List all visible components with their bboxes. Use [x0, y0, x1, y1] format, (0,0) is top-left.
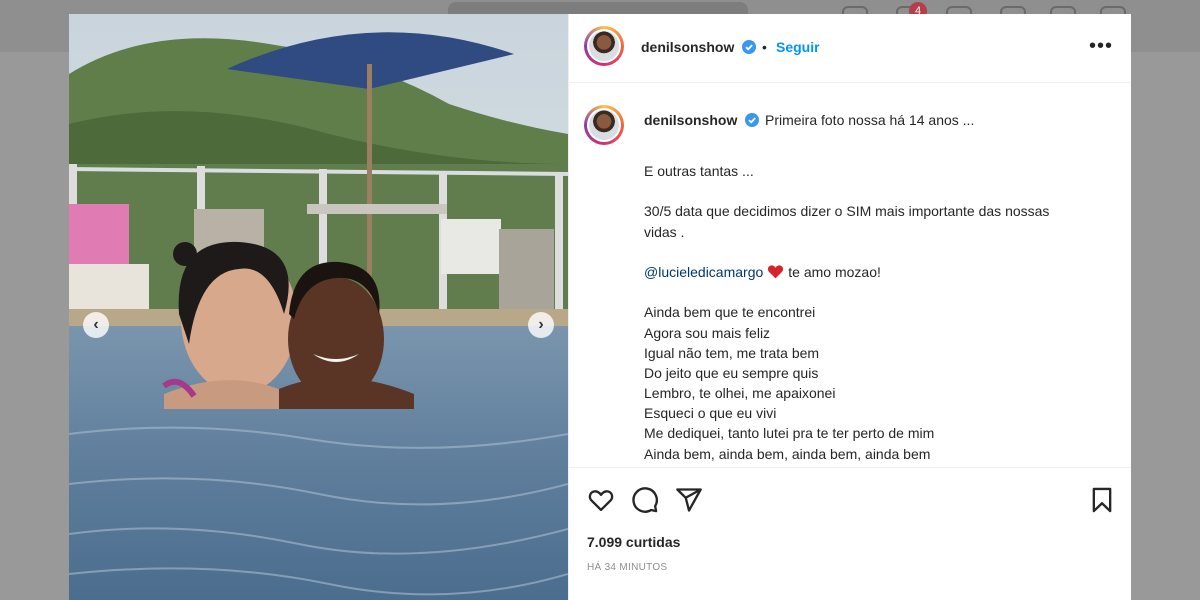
- likes-count[interactable]: 7.099 curtidas: [587, 534, 680, 550]
- caption-body: E outras tantas ... 30/5 data que decidi…: [644, 161, 1114, 464]
- carousel-prev-button[interactable]: ‹: [83, 312, 109, 338]
- share-send-icon[interactable]: [675, 486, 703, 514]
- post-side-panel: denilsonshow • Seguir ••• denilsonshow P…: [568, 14, 1131, 600]
- post-timestamp[interactable]: HÁ 34 MINUTOS: [587, 562, 667, 573]
- post-actions: 7.099 curtidas HÁ 34 MINUTOS: [569, 467, 1131, 600]
- song-line: Me dediquei, tanto lutei pra te ter pert…: [644, 425, 935, 442]
- mention-text: te amo mozao!: [788, 263, 881, 280]
- post-modal: ‹ › denilsonshow • Seguir ••• denilsonsh…: [69, 14, 1131, 600]
- mention-link[interactable]: @lucieledicamargo: [644, 264, 763, 280]
- caption-mention-line: @lucieledicamargo te amo mozao!: [644, 262, 1114, 282]
- save-bookmark-icon[interactable]: [1088, 486, 1116, 514]
- post-photo: ‹ ›: [69, 14, 568, 600]
- song-line: Agora sou mais feliz: [644, 324, 771, 341]
- like-heart-icon[interactable]: [587, 486, 615, 514]
- red-heart-emoji-icon: [768, 265, 784, 279]
- caption-first-line: Primeira foto nossa há 14 anos ...: [765, 112, 975, 128]
- post-photo-image: [69, 14, 568, 600]
- caption-author-username[interactable]: denilsonshow: [644, 112, 737, 128]
- song-line: Ainda bem, ainda bem, ainda bem, ainda b…: [644, 445, 931, 462]
- caption-scroll-area[interactable]: denilsonshow Primeira foto nossa há 14 a…: [569, 83, 1131, 467]
- song-line: Lembro, te olhei, me apaixonei: [644, 385, 836, 402]
- song-line: Igual não tem, me trata bem: [644, 344, 820, 361]
- header-separator: •: [762, 39, 767, 55]
- comment-icon[interactable]: [631, 486, 659, 514]
- more-options-icon[interactable]: •••: [1089, 36, 1113, 56]
- caption-line: vidas .: [644, 223, 685, 240]
- carousel-next-button[interactable]: ›: [528, 312, 554, 338]
- song-line: Ainda bem que te encontrei: [644, 304, 816, 321]
- verified-badge-icon: [742, 40, 756, 54]
- caption-verified-badge-icon: [745, 113, 759, 127]
- follow-button[interactable]: Seguir: [776, 39, 820, 55]
- author-username[interactable]: denilsonshow: [641, 39, 734, 55]
- caption-line: E outras tantas ...: [644, 163, 754, 179]
- caption-author-avatar[interactable]: [584, 105, 624, 145]
- song-line: Esqueci o que eu vivi: [644, 405, 777, 422]
- song-line: Do jeito que eu sempre quis: [644, 364, 819, 381]
- post-header: denilsonshow • Seguir •••: [569, 14, 1131, 83]
- author-avatar[interactable]: [584, 26, 624, 66]
- caption-line: 30/5 data que decidimos dizer o SIM mais…: [644, 203, 1050, 220]
